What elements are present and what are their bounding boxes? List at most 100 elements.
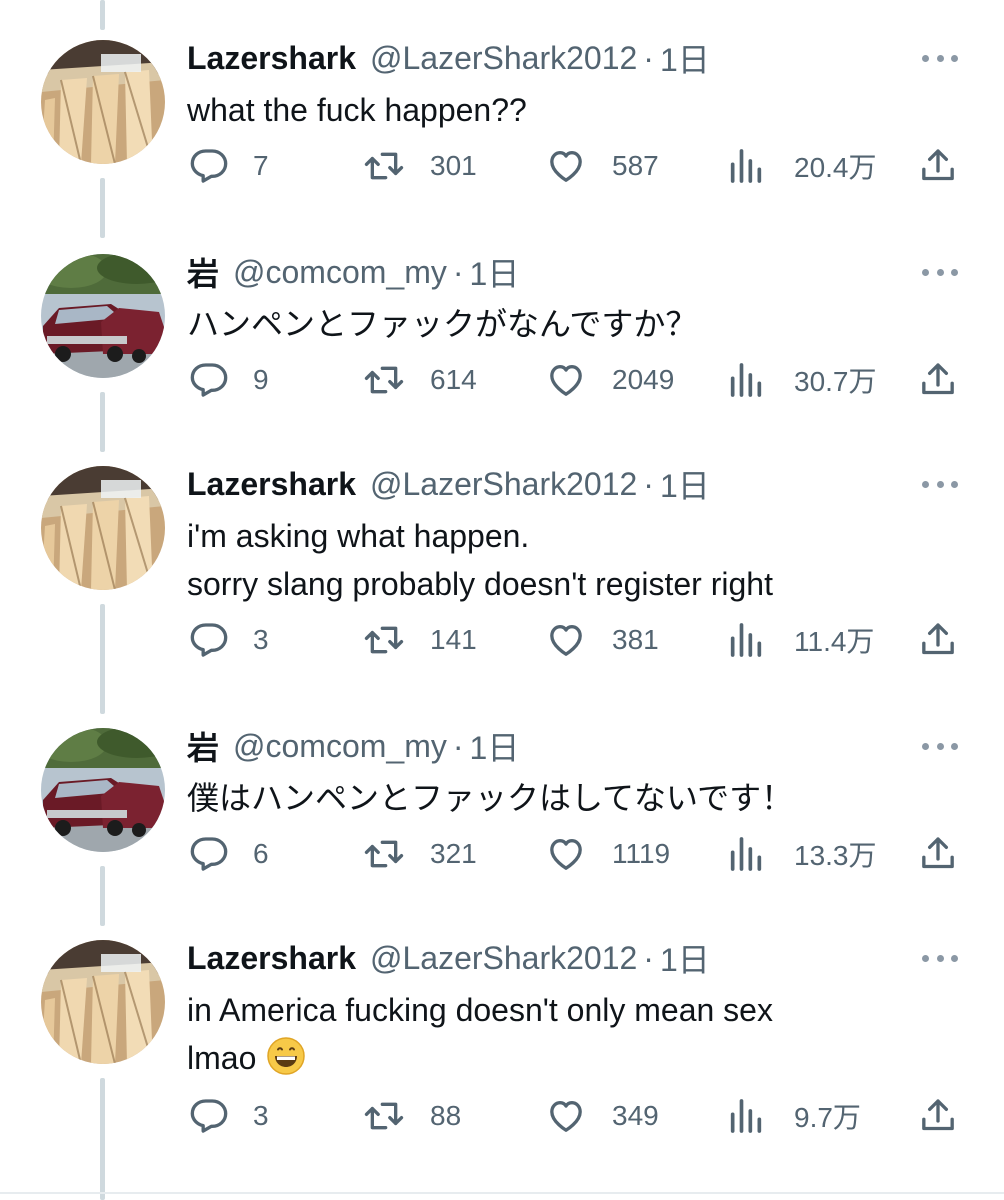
- share-icon: [922, 1099, 954, 1131]
- reply-count: 3: [253, 1100, 269, 1131]
- retweet-count: 88: [430, 1100, 462, 1131]
- separator-dot: ·: [643, 465, 654, 502]
- display-name[interactable]: Lazershark: [187, 940, 356, 977]
- share-button[interactable]: [918, 616, 958, 664]
- retweet-button[interactable]: 321: [364, 830, 477, 878]
- tweet-header: Lazershark @LazerShark2012 · 1日: [187, 462, 710, 506]
- thread-line: [100, 0, 105, 30]
- views-count: 13.3万: [794, 840, 877, 871]
- views-count: 11.4万: [794, 626, 875, 657]
- retweet-icon: [364, 626, 404, 654]
- views-button[interactable]: 11.4万: [726, 616, 874, 664]
- share-button[interactable]: [918, 356, 958, 404]
- timestamp[interactable]: 1日: [470, 723, 520, 769]
- timestamp[interactable]: 1日: [660, 35, 710, 81]
- display-name[interactable]: 岩: [187, 249, 219, 295]
- timestamp[interactable]: 1日: [660, 461, 710, 507]
- views-button[interactable]: 30.7万: [726, 356, 877, 404]
- reply-icon: [190, 837, 228, 871]
- like-button[interactable]: 587: [546, 142, 659, 190]
- more-dot-icon: [922, 742, 929, 750]
- user-handle[interactable]: @comcom_my: [233, 728, 447, 765]
- share-icon: [922, 837, 954, 869]
- more-options-button[interactable]: [922, 40, 958, 76]
- tweet-text-line-with-emoji: lmao: [187, 1034, 773, 1082]
- share-icon: [922, 623, 954, 655]
- user-handle[interactable]: @LazerShark2012: [370, 940, 637, 977]
- tweet-text: in America fucking doesn't only mean sex…: [187, 986, 773, 1082]
- separator-dot: ·: [643, 39, 654, 76]
- action-bar: 7 301 587 20.4万: [0, 142, 1004, 190]
- like-button[interactable]: 349: [546, 1092, 659, 1140]
- views-count: 9.7万: [794, 1102, 861, 1133]
- reply-button[interactable]: 6: [189, 830, 269, 878]
- heart-icon: [550, 1101, 582, 1132]
- views-button[interactable]: 20.4万: [726, 142, 877, 190]
- retweet-button[interactable]: 141: [364, 616, 477, 664]
- more-dot-icon: [922, 268, 929, 276]
- share-icon: [922, 363, 954, 395]
- more-dot-icon: [936, 54, 944, 62]
- timestamp[interactable]: 1日: [470, 249, 520, 295]
- retweet-count: 321: [430, 838, 477, 869]
- reply-button[interactable]: 9: [189, 356, 269, 404]
- tweet-header: 岩 @comcom_my · 1日: [187, 724, 519, 768]
- tweet-text: ハンペンとファックがなんですか？: [187, 300, 697, 348]
- more-options-button[interactable]: [922, 466, 958, 502]
- share-button[interactable]: [918, 1092, 958, 1140]
- more-dot-icon: [936, 268, 944, 276]
- display-name[interactable]: Lazershark: [187, 40, 356, 77]
- share-icon: [922, 149, 954, 181]
- views-chart-icon: [730, 363, 762, 397]
- views-chart-icon: [730, 837, 762, 871]
- reply-icon: [190, 623, 228, 657]
- tweet-text-line: sorry slang probably doesn't register ri…: [187, 566, 773, 602]
- timestamp[interactable]: 1日: [660, 935, 710, 981]
- user-handle[interactable]: @comcom_my: [233, 254, 447, 291]
- tweet-text-line: i'm asking what happen.: [187, 518, 530, 554]
- like-button[interactable]: 381: [546, 616, 659, 664]
- views-count: 20.4万: [794, 152, 877, 183]
- heart-icon: [550, 365, 582, 396]
- separator-dot: ·: [452, 727, 464, 764]
- avatar[interactable]: [41, 466, 165, 590]
- display-name[interactable]: Lazershark: [187, 466, 356, 503]
- avatar[interactable]: [41, 940, 165, 1064]
- user-handle[interactable]: @LazerShark2012: [370, 40, 637, 77]
- retweet-button[interactable]: 301: [364, 142, 477, 190]
- retweet-count: 614: [430, 364, 477, 395]
- reply-count: 9: [253, 364, 269, 395]
- action-bar: 3 141 381 11.4万: [0, 616, 1004, 664]
- views-chart-icon: [730, 149, 762, 183]
- more-dot-icon: [936, 742, 944, 750]
- retweet-icon: [364, 152, 404, 180]
- views-chart-icon: [730, 623, 762, 657]
- user-handle[interactable]: @LazerShark2012: [370, 466, 637, 503]
- retweet-count: 301: [430, 150, 477, 181]
- reply-count: 6: [253, 838, 269, 869]
- reply-button[interactable]: 3: [189, 1092, 269, 1140]
- retweet-button[interactable]: 88: [364, 1092, 461, 1140]
- share-button[interactable]: [918, 142, 958, 190]
- retweet-icon: [364, 366, 404, 394]
- reply-icon: [190, 1099, 228, 1133]
- heart-icon: [550, 625, 582, 656]
- retweet-button[interactable]: 614: [364, 356, 477, 404]
- reply-count: 7: [253, 150, 269, 181]
- separator-dot: ·: [643, 939, 654, 976]
- like-button[interactable]: 2049: [546, 356, 674, 404]
- views-button[interactable]: 9.7万: [726, 1092, 861, 1140]
- reply-button[interactable]: 3: [189, 616, 269, 664]
- more-options-button[interactable]: [922, 254, 958, 290]
- more-options-button[interactable]: [922, 728, 958, 764]
- display-name[interactable]: 岩: [187, 723, 219, 769]
- reply-button[interactable]: 7: [189, 142, 269, 190]
- reply-icon: [190, 149, 228, 183]
- share-button[interactable]: [918, 830, 958, 878]
- more-options-button[interactable]: [922, 940, 958, 976]
- tweet-text-line: ハンペンとファックがなんですか？: [187, 306, 698, 342]
- views-button[interactable]: 13.3万: [726, 830, 877, 878]
- like-button[interactable]: 1119: [546, 830, 670, 878]
- separator-dot: ·: [452, 253, 464, 290]
- bottom-divider: [0, 1192, 1004, 1194]
